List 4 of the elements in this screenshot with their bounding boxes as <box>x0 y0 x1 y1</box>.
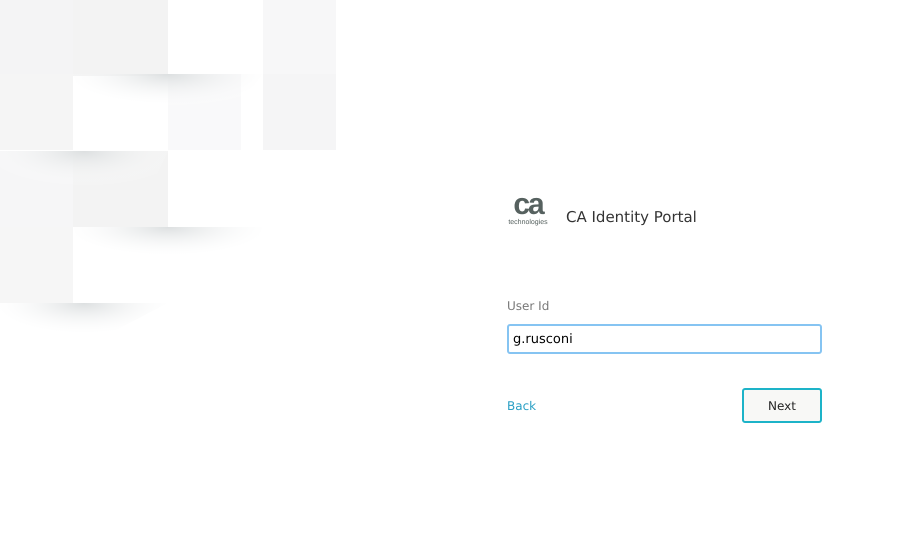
next-button[interactable]: Next <box>742 388 822 423</box>
app-title: CA Identity Portal <box>566 208 697 226</box>
field-label: User Id <box>507 299 550 313</box>
user-id-field[interactable]: g.rusconi <box>507 324 822 354</box>
